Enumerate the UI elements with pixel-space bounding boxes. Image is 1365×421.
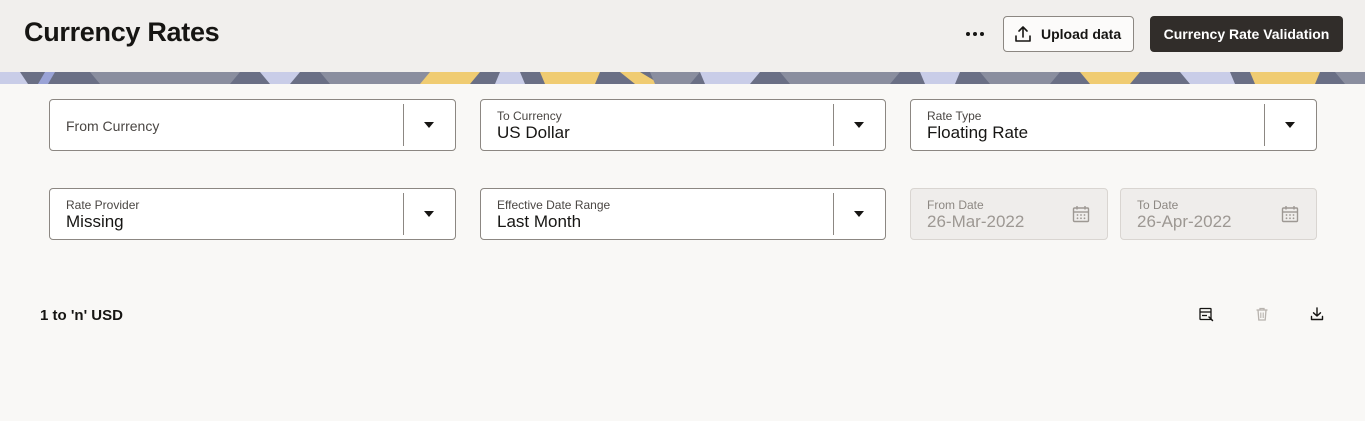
rate-type-select[interactable]: Rate Type Floating Rate xyxy=(910,99,1317,151)
from-date-value: 26-Mar-2022 xyxy=(927,212,1025,231)
to-date-value: 26-Apr-2022 xyxy=(1137,212,1232,231)
currency-rate-validation-button[interactable]: Currency Rate Validation xyxy=(1150,16,1343,52)
from-currency-label: From Currency xyxy=(66,118,160,134)
upload-icon xyxy=(1015,26,1031,42)
edit-rows-icon[interactable] xyxy=(1198,306,1214,322)
from-date-label: From Date xyxy=(927,198,984,212)
chevron-down-icon xyxy=(424,122,434,128)
banner-pattern xyxy=(0,72,1365,84)
rate-type-label: Rate Type xyxy=(927,109,982,123)
from-date-field: From Date 26-Mar-2022 xyxy=(910,188,1108,240)
rate-type-value: Floating Rate xyxy=(927,123,1029,142)
upload-data-label: Upload data xyxy=(1041,26,1122,42)
to-date-field: To Date 26-Apr-2022 xyxy=(1120,188,1317,240)
upload-data-button[interactable]: Upload data xyxy=(1003,16,1134,52)
chevron-down-icon xyxy=(1285,122,1295,128)
to-currency-label: To Currency xyxy=(497,109,562,123)
effective-date-range-label: Effective Date Range xyxy=(497,198,611,212)
chevron-down-icon xyxy=(424,211,434,217)
decorative-banner xyxy=(0,72,1365,84)
rate-provider-select[interactable]: Rate Provider Missing xyxy=(49,188,456,240)
rate-provider-value: Missing xyxy=(66,212,124,231)
chevron-down-icon xyxy=(854,211,864,217)
results-count-label: 1 to 'n' USD xyxy=(40,307,123,324)
rate-provider-label: Rate Provider xyxy=(66,198,140,212)
more-actions-button[interactable] xyxy=(958,20,992,48)
page-header: Currency Rates Upload data Currency Rate… xyxy=(0,0,1365,72)
chevron-down-icon xyxy=(854,122,864,128)
page-title: Currency Rates xyxy=(24,17,220,47)
effective-date-range-value: Last Month xyxy=(497,212,582,231)
ellipsis-icon xyxy=(966,32,970,36)
to-date-label: To Date xyxy=(1137,198,1179,212)
download-icon[interactable] xyxy=(1309,306,1325,322)
delete-icon xyxy=(1256,307,1268,321)
calendar-icon xyxy=(1072,206,1090,223)
effective-date-range-select[interactable]: Effective Date Range Last Month xyxy=(480,188,886,240)
to-currency-value: US Dollar xyxy=(497,123,570,142)
from-currency-select[interactable]: From Currency xyxy=(49,99,456,151)
to-currency-select[interactable]: To Currency US Dollar xyxy=(480,99,886,151)
calendar-icon xyxy=(1281,206,1299,223)
